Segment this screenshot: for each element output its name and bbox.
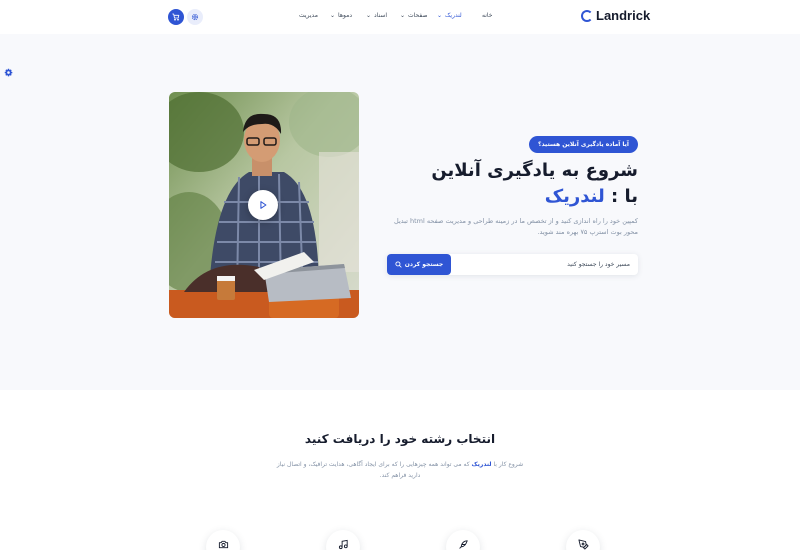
play-icon — [260, 201, 267, 209]
section-title: انتخاب رشته خود را دریافت کنید — [304, 432, 496, 446]
feather-icon — [458, 540, 468, 549]
chevron-down-icon: ⌄ — [366, 12, 372, 19]
search-icon — [395, 261, 402, 268]
section-desc-after: که می تواند همه چیزهایی را که برای ایجاد… — [276, 461, 472, 479]
play-video-button[interactable] — [248, 190, 278, 220]
hero-title-line1: شروع به یادگیری آنلاین — [431, 160, 638, 181]
settings-side-icon[interactable] — [4, 68, 13, 77]
chevron-down-icon: ⌄ — [437, 12, 443, 19]
feature-card-music[interactable] — [326, 530, 360, 550]
chevron-down-icon: ⌄ — [400, 12, 406, 19]
section-desc-before: شروع کار با — [491, 461, 524, 468]
logo-text: Landrick — [596, 8, 651, 23]
music-icon — [338, 539, 348, 550]
nav-item-label: مدیریت — [299, 12, 318, 19]
cart-icon — [172, 13, 180, 21]
nav-item-label: دموها — [338, 12, 353, 19]
hero-badge: آیا آماده یادگیری آنلاین هستید؟ — [529, 136, 638, 153]
nav-item-pages[interactable]: ⌄ صفحات — [400, 12, 428, 19]
hero-section — [0, 34, 800, 390]
gear-icon — [191, 13, 199, 21]
nav-item-landrick[interactable]: ⌄ لندریک — [437, 12, 462, 19]
search-button[interactable]: جستجو کردن — [387, 254, 451, 275]
feature-card-pen-tool[interactable] — [566, 530, 600, 550]
camera-icon — [218, 540, 228, 549]
hero-lead: کمپین خود را راه اندازی کنید و از تخصص م… — [394, 217, 638, 236]
nav-item-demos[interactable]: ⌄ دموها — [330, 12, 352, 19]
feature-card-feather[interactable] — [446, 530, 480, 550]
chevron-down-icon: ⌄ — [330, 12, 336, 19]
logo-mark-icon — [581, 9, 593, 22]
nav-item-home[interactable]: خانه — [482, 12, 492, 19]
nav-item-label: خانه — [482, 12, 493, 19]
search-button-label: جستجو کردن — [404, 261, 444, 268]
nav-item-label: اسناد — [374, 12, 388, 19]
logo[interactable]: Landrick — [581, 8, 650, 23]
cart-button[interactable] — [168, 9, 184, 25]
header: Landrick خانه ⌄ لندریک ⌄ صفحات ⌄ اسناد ⌄… — [0, 0, 800, 34]
nav-item-docs[interactable]: ⌄ اسناد — [366, 12, 387, 19]
hero-title-line2: با : لندریک — [545, 186, 638, 207]
feature-card-camera[interactable] — [206, 530, 240, 550]
nav-item-label: لندریک — [445, 12, 462, 19]
section-desc-brand: لندریک — [471, 461, 492, 468]
nav-item-admin[interactable]: مدیریت — [299, 12, 318, 19]
search-form: جستجو کردن — [387, 254, 638, 275]
nav-item-label: صفحات — [408, 12, 428, 19]
settings-button[interactable] — [187, 9, 203, 25]
hero-title-brand: لندریک — [544, 186, 605, 207]
section-description: شروع کار با لندریک که می تواند همه چیزها… — [270, 459, 530, 481]
pen-tool-icon — [577, 539, 589, 550]
search-input[interactable] — [460, 254, 630, 275]
hero-title-prefix: با : — [604, 186, 638, 207]
